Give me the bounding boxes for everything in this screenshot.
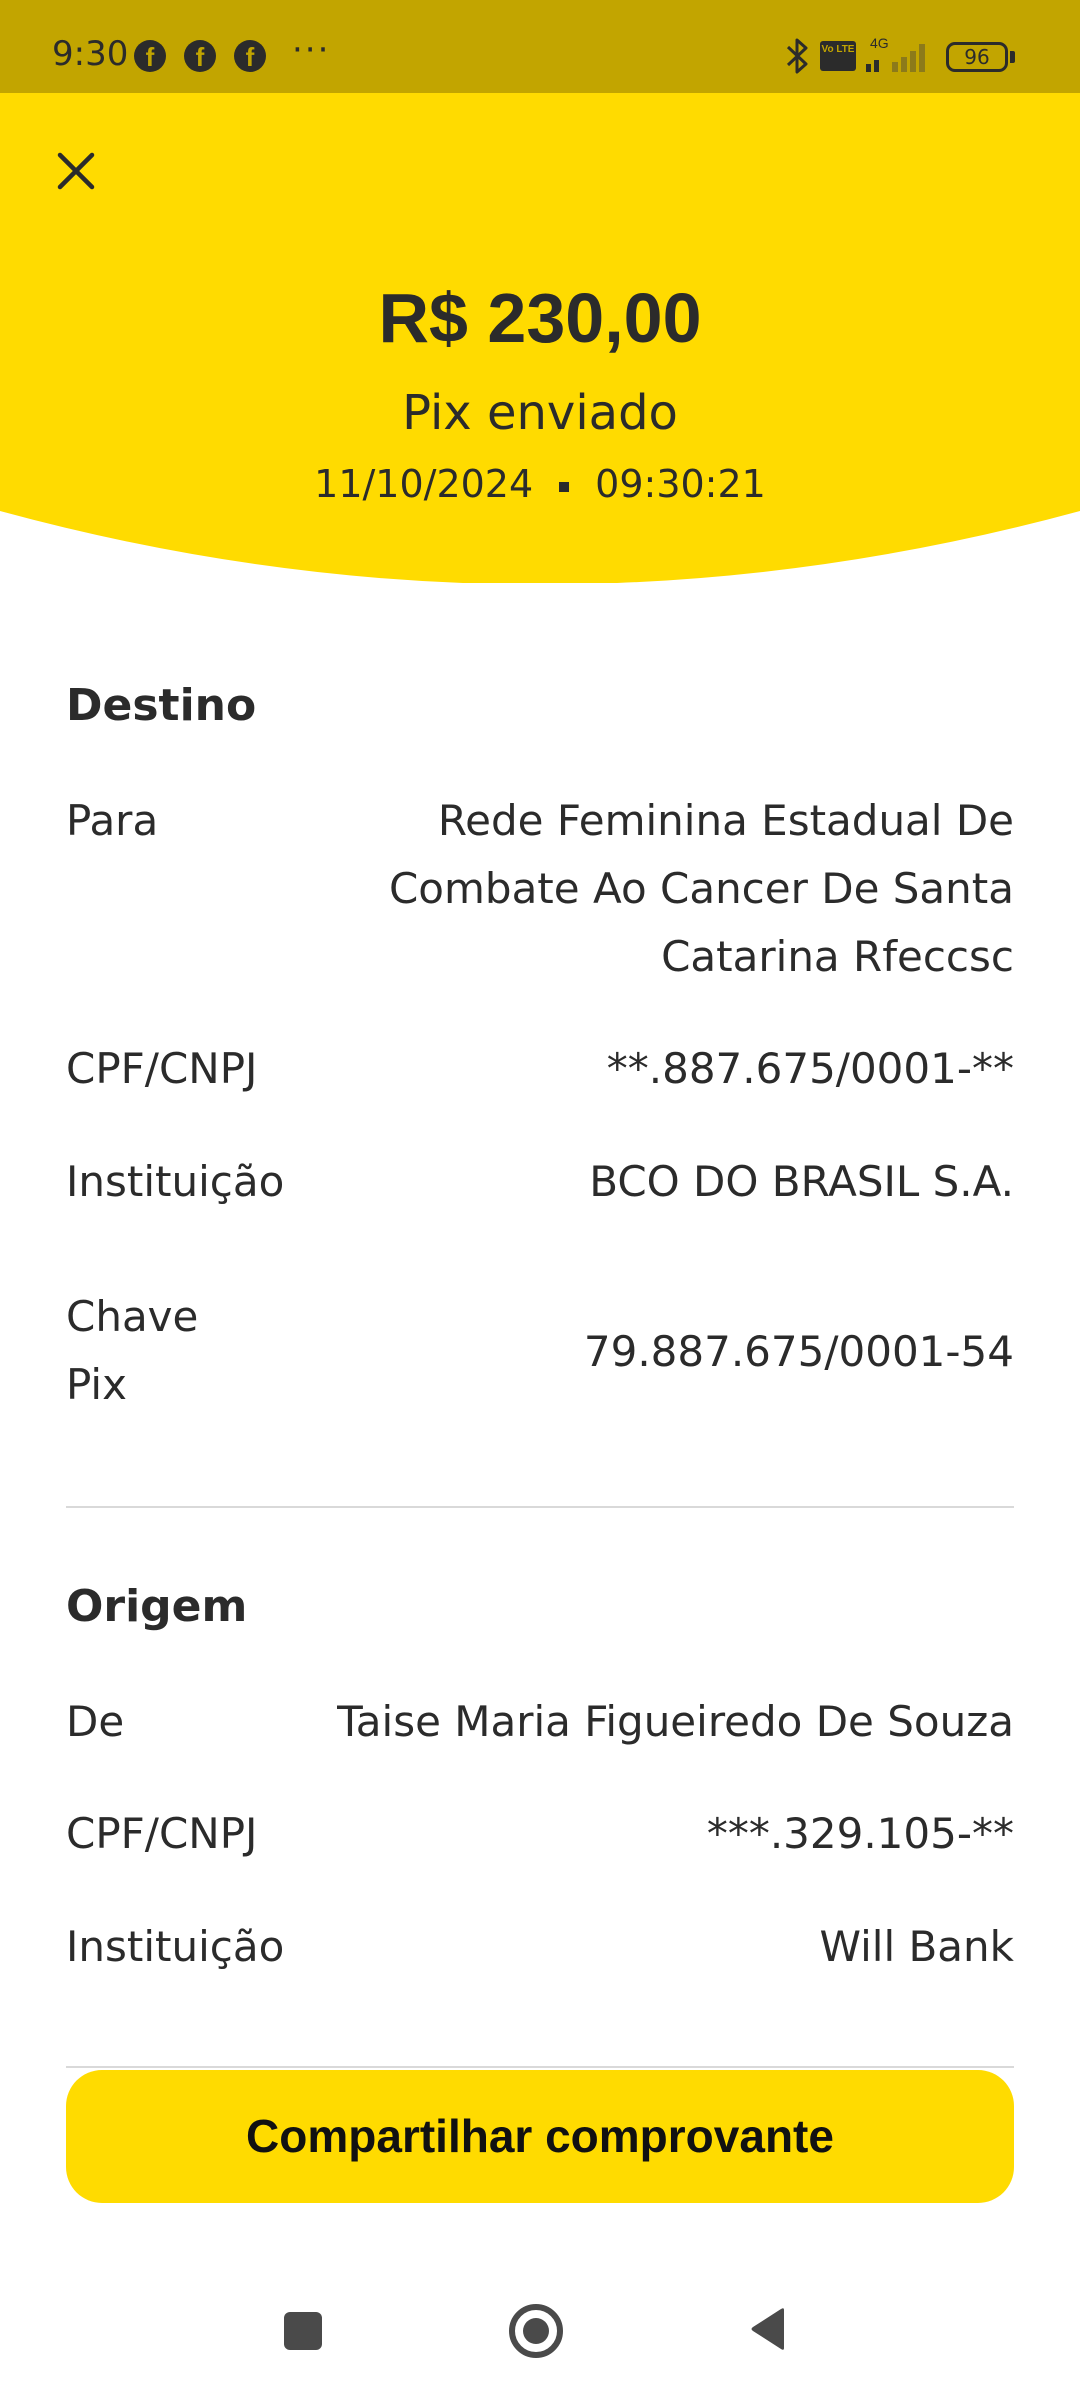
- transfer-amount: R$ 230,00: [378, 279, 702, 357]
- row-value-cpf-cnpj: **.887.675/0001-**: [606, 1044, 1014, 1093]
- home-icon-inner: [523, 2318, 549, 2344]
- facebook-notification-icon: f: [134, 40, 166, 72]
- back-icon[interactable]: [748, 2306, 788, 2352]
- row-value-chave-pix: 79.887.675/0001-54: [583, 1327, 1014, 1376]
- row-value-instituicao: BCO DO BRASIL S.A.: [589, 1157, 1014, 1206]
- close-icon[interactable]: [48, 143, 104, 199]
- more-notifications-icon: ···: [292, 30, 331, 70]
- transfer-time: 09:30:21: [595, 462, 766, 506]
- row-value-cpf-cnpj: ***.329.105-**: [706, 1809, 1014, 1858]
- facebook-notification-icon: f: [234, 40, 266, 72]
- recent-apps-icon[interactable]: [284, 2312, 322, 2350]
- battery-tip: [1010, 51, 1015, 63]
- bluetooth-icon: [786, 38, 808, 74]
- section-divider: [66, 1506, 1014, 1508]
- row-value-instituicao: Will Bank: [819, 1922, 1014, 1971]
- row-value-para: Rede Feminina Estadual De Combate Ao Can…: [389, 787, 1014, 991]
- transfer-date: 11/10/2024: [314, 462, 534, 506]
- value-line: Combate Ao Cancer De Santa: [388, 864, 1014, 913]
- status-time: 9:30: [52, 34, 129, 74]
- scroll-edge-divider: [66, 2066, 1014, 2068]
- row-label-para: Para: [66, 796, 159, 845]
- volte-icon: Vo LTE: [820, 41, 856, 71]
- row-label-instituicao: Instituição: [66, 1157, 285, 1206]
- label-line: Pix: [66, 1360, 127, 1409]
- signal-icon: 4G: [866, 35, 925, 72]
- value-line: Rede Feminina Estadual De: [437, 796, 1014, 845]
- section-title-destino: Destino: [66, 680, 257, 731]
- section-title-origem: Origem: [66, 1581, 248, 1632]
- row-label-chave-pix: Chave Pix: [66, 1283, 198, 1419]
- transfer-datetime: 11/10/2024 09:30:21: [0, 461, 1080, 507]
- row-label-cpf-cnpj: CPF/CNPJ: [66, 1809, 258, 1858]
- row-label-instituicao: Instituição: [66, 1922, 285, 1971]
- share-receipt-button[interactable]: Compartilhar comprovante: [66, 2070, 1014, 2203]
- status-bar: 9:30 f f f ··· Vo LTE 4G 96: [0, 0, 1080, 93]
- home-icon[interactable]: [509, 2304, 563, 2358]
- receipt-header: R$ 230,00 Pix enviado 11/10/2024 09:30:21: [0, 93, 1080, 583]
- value-line: Catarina Rfeccsc: [661, 932, 1014, 981]
- row-label-de: De: [66, 1697, 125, 1746]
- network-type-label: 4G: [870, 35, 889, 51]
- row-value-de: Taise Maria Figueiredo De Souza: [337, 1697, 1014, 1746]
- facebook-notification-icon: f: [184, 40, 216, 72]
- separator-dot: [559, 481, 570, 492]
- label-line: Chave: [66, 1292, 199, 1341]
- battery-icon: 96: [946, 42, 1008, 72]
- row-label-cpf-cnpj: CPF/CNPJ: [66, 1044, 258, 1093]
- transfer-status: Pix enviado: [402, 385, 678, 441]
